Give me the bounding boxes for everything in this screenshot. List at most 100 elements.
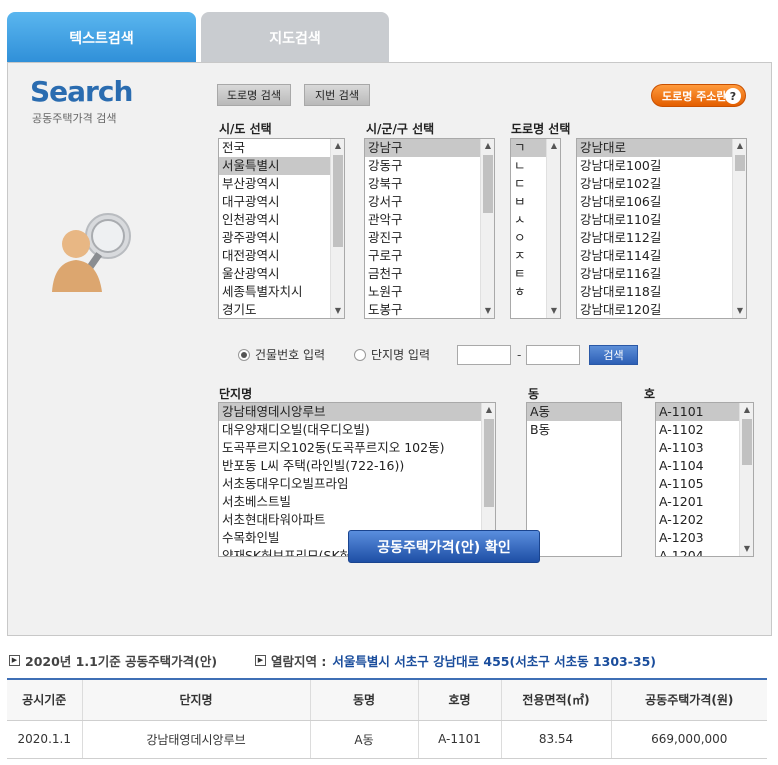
complex-list-item[interactable]: 대우양재디오빌(대우디오빌) bbox=[219, 421, 481, 439]
initial-list-item[interactable]: ㄴ bbox=[511, 157, 546, 175]
ho-list-item[interactable]: A-1203 bbox=[656, 529, 739, 547]
initial-list-item[interactable]: ㄱ bbox=[511, 139, 546, 157]
complex-list-item[interactable]: 서초현대타워아파트 bbox=[219, 511, 481, 529]
sigungu-listbox[interactable]: 강남구 강동구 강북구 강서구 관악구 광진구 구로구 금천구 노원구 도봉구 ▲ ▼ bbox=[364, 138, 495, 319]
complex-name-radio[interactable]: 단지명 입력 bbox=[354, 346, 430, 363]
sido-list-item[interactable]: 인천광역시 bbox=[219, 211, 330, 229]
ho-list-item[interactable]: A-1102 bbox=[656, 421, 739, 439]
sido-list-item[interactable]: 울산광역시 bbox=[219, 265, 330, 283]
ho-scrollbar[interactable]: ▲ ▼ bbox=[739, 403, 753, 556]
confirm-price-button[interactable]: 공동주택가격(안) 확인 bbox=[348, 530, 540, 563]
result-table: 공시기준 단지명 동명 호명 전용면적(㎡) 공동주택가격(원) 2020.1.… bbox=[7, 678, 767, 759]
scroll-down-icon[interactable]: ▼ bbox=[331, 304, 344, 318]
radio-selected-icon[interactable] bbox=[238, 348, 250, 361]
complex-list-item[interactable]: 서초동대우디오빌프라임 bbox=[219, 475, 481, 493]
road-list-item[interactable]: 강남대로106길 bbox=[577, 193, 732, 211]
arrow-box-icon: ▶ bbox=[9, 655, 20, 666]
sido-listbox[interactable]: 전국 서울특별시 부산광역시 대구광역시 인천광역시 광주광역시 대전광역시 울산광역시 세종특… bbox=[218, 138, 345, 319]
table-cell: 강남태영데시앙루브 bbox=[81, 720, 310, 759]
dong-listbox[interactable]: A동 B동 bbox=[526, 402, 622, 557]
sigungu-list-item[interactable]: 광진구 bbox=[365, 229, 480, 247]
road-list-item[interactable]: 강남대로120길 bbox=[577, 301, 732, 318]
viewing-area-label: 열람지역 : bbox=[271, 654, 327, 669]
scroll-up-icon[interactable]: ▲ bbox=[331, 139, 344, 153]
ho-list-item[interactable]: A-1201 bbox=[656, 493, 739, 511]
sido-list-item[interactable]: 대전광역시 bbox=[219, 247, 330, 265]
number-search-button[interactable]: 검색 bbox=[589, 345, 638, 365]
sido-list-item[interactable]: 대구광역시 bbox=[219, 193, 330, 211]
scroll-down-icon[interactable]: ▼ bbox=[740, 542, 753, 556]
dong-label: 동 bbox=[528, 387, 540, 401]
tab-text-search[interactable]: 텍스트검색 bbox=[7, 12, 196, 63]
road-list-item[interactable]: 강남대로118길 bbox=[577, 283, 732, 301]
sido-list-item[interactable]: 부산광역시 bbox=[219, 175, 330, 193]
road-list-item[interactable]: 강남대로114길 bbox=[577, 247, 732, 265]
ho-list-item[interactable]: A-1105 bbox=[656, 475, 739, 493]
dong-list-item[interactable]: A동 bbox=[527, 403, 621, 421]
sigungu-list-item[interactable]: 강서구 bbox=[365, 193, 480, 211]
complex-list-item[interactable]: 도곡푸르지오102동(도곡푸르지오 102동) bbox=[219, 439, 481, 457]
road-list-item[interactable]: 강남대로110길 bbox=[577, 211, 732, 229]
road-listbox[interactable]: 강남대로 강남대로100길 강남대로102길 강남대로106길 강남대로110길 강남대로… bbox=[576, 138, 747, 319]
ho-list-item[interactable]: A-1204 bbox=[656, 547, 739, 556]
road-address-guide-button[interactable]: 도로명 주소란 ? bbox=[651, 84, 746, 107]
scroll-up-icon[interactable]: ▲ bbox=[481, 139, 494, 153]
road-initial-scrollbar[interactable]: ▲ ▼ bbox=[546, 139, 560, 318]
complex-name-radio-label: 단지명 입력 bbox=[371, 348, 431, 362]
ho-list-item[interactable]: A-1104 bbox=[656, 457, 739, 475]
complex-list-item[interactable]: 서초베스트빌 bbox=[219, 493, 481, 511]
initial-list-item[interactable]: ㅂ bbox=[511, 193, 546, 211]
sigungu-list-item[interactable]: 금천구 bbox=[365, 265, 480, 283]
scroll-up-icon[interactable]: ▲ bbox=[547, 139, 560, 153]
initial-list-item[interactable]: ㅎ bbox=[511, 283, 546, 301]
scroll-up-icon[interactable]: ▲ bbox=[482, 403, 495, 417]
ho-list-item[interactable]: A-1103 bbox=[656, 439, 739, 457]
sigungu-list-item[interactable]: 강동구 bbox=[365, 157, 480, 175]
building-number-radio[interactable]: 건물번호 입력 bbox=[238, 346, 325, 363]
sigungu-list-item[interactable]: 관악구 bbox=[365, 211, 480, 229]
initial-list-item[interactable]: ㅇ bbox=[511, 229, 546, 247]
road-name-search-button[interactable]: 도로명 검색 bbox=[217, 84, 291, 106]
dong-list-item[interactable]: B동 bbox=[527, 421, 621, 439]
sigungu-list-item[interactable]: 강남구 bbox=[365, 139, 480, 157]
road-list-item[interactable]: 강남대로100길 bbox=[577, 157, 732, 175]
road-scrollbar[interactable]: ▲ ▼ bbox=[732, 139, 746, 318]
scroll-down-icon[interactable]: ▼ bbox=[733, 304, 746, 318]
sido-scrollbar[interactable]: ▲ ▼ bbox=[330, 139, 344, 318]
road-list-item[interactable]: 강남대로112길 bbox=[577, 229, 732, 247]
sido-list-item[interactable]: 서울특별시 bbox=[219, 157, 330, 175]
sigungu-list-item[interactable]: 도봉구 bbox=[365, 301, 480, 318]
lot-number-search-button[interactable]: 지번 검색 bbox=[304, 84, 370, 106]
sido-list-item[interactable]: 세종특별자치시 bbox=[219, 283, 330, 301]
sub-number-input[interactable] bbox=[526, 345, 580, 365]
radio-unselected-icon[interactable] bbox=[354, 348, 366, 361]
sido-list-item[interactable]: 전국 bbox=[219, 139, 330, 157]
complex-list-item[interactable]: 강남태영데시앙루브 bbox=[219, 403, 481, 421]
scroll-up-icon[interactable]: ▲ bbox=[733, 139, 746, 153]
sigungu-list-item[interactable]: 노원구 bbox=[365, 283, 480, 301]
road-address-guide-label: 도로명 주소란 bbox=[662, 89, 727, 103]
initial-list-item[interactable]: ㅈ bbox=[511, 247, 546, 265]
initial-list-item[interactable]: ㅌ bbox=[511, 265, 546, 283]
sido-list-item[interactable]: 광주광역시 bbox=[219, 229, 330, 247]
road-list-item[interactable]: 강남대로116길 bbox=[577, 265, 732, 283]
scroll-down-icon[interactable]: ▼ bbox=[481, 304, 494, 318]
scroll-up-icon[interactable]: ▲ bbox=[740, 403, 753, 417]
tab-map-search[interactable]: 지도검색 bbox=[201, 12, 389, 63]
road-initial-listbox[interactable]: ㄱㄴㄷㅂㅅㅇㅈㅌㅎ ▲ ▼ bbox=[510, 138, 561, 319]
table-cell: A-1101 bbox=[417, 720, 501, 759]
sigungu-list-item[interactable]: 구로구 bbox=[365, 247, 480, 265]
main-number-input[interactable] bbox=[457, 345, 511, 365]
sido-list-item[interactable]: 경기도 bbox=[219, 301, 330, 318]
scroll-down-icon[interactable]: ▼ bbox=[547, 304, 560, 318]
ho-list-item[interactable]: A-1202 bbox=[656, 511, 739, 529]
complex-list-item[interactable]: 반포동 L씨 주택(라인빌(722-16)) bbox=[219, 457, 481, 475]
sigungu-scrollbar[interactable]: ▲ ▼ bbox=[480, 139, 494, 318]
initial-list-item[interactable]: ㄷ bbox=[511, 175, 546, 193]
ho-list-item[interactable]: A-1101 bbox=[656, 403, 739, 421]
sigungu-list-item[interactable]: 강북구 bbox=[365, 175, 480, 193]
initial-list-item[interactable]: ㅅ bbox=[511, 211, 546, 229]
road-list-item[interactable]: 강남대로102길 bbox=[577, 175, 732, 193]
ho-listbox[interactable]: A-1101 A-1102 A-1103 A-1104 A-1105 A-1201 A-12… bbox=[655, 402, 754, 557]
road-list-item[interactable]: 강남대로 bbox=[577, 139, 732, 157]
